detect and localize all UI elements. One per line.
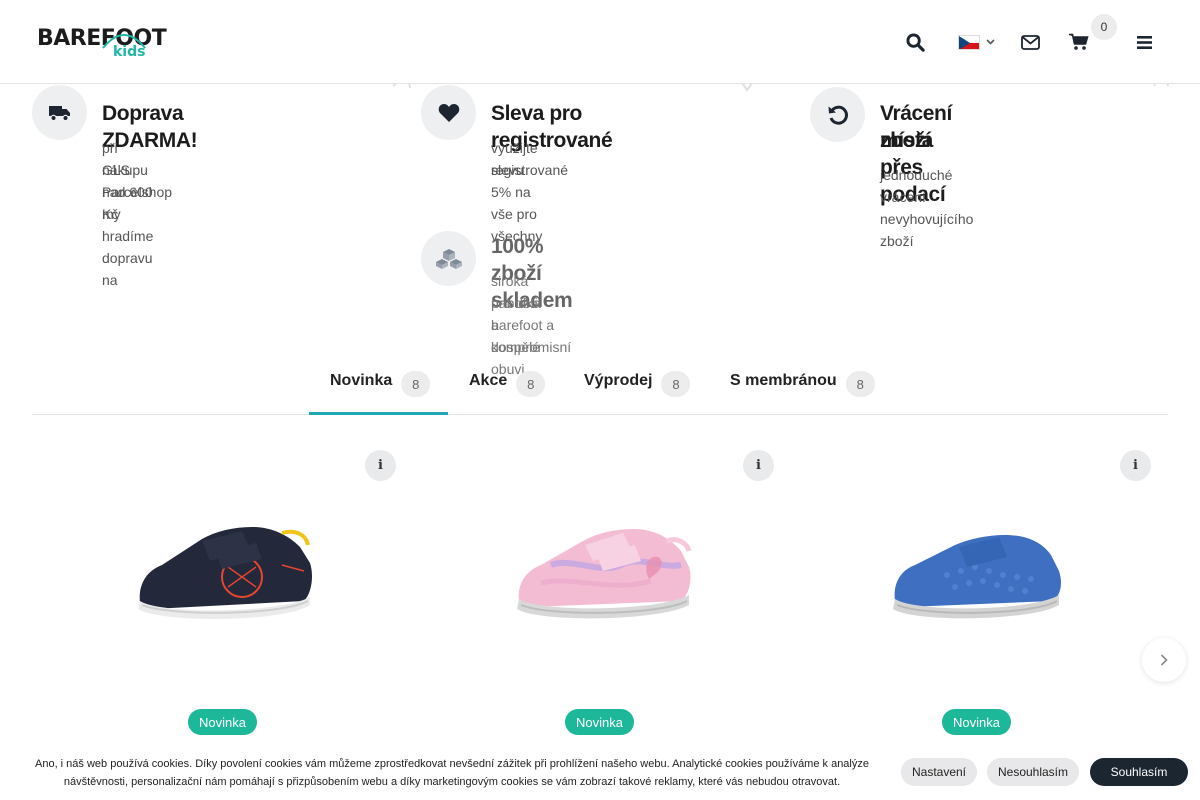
- logo-arc: [102, 34, 146, 49]
- cookie-accept-button[interactable]: Souhlasím: [1090, 758, 1188, 786]
- cart-icon[interactable]: [1067, 30, 1091, 54]
- truck-icon: [32, 85, 87, 140]
- tab-akce[interactable]: Akce 8: [469, 360, 546, 415]
- tab-label: Novinka: [330, 372, 393, 389]
- info-icon[interactable]: i: [743, 450, 774, 481]
- tab-novinka[interactable]: Novinka 8: [309, 360, 448, 415]
- shoe-image: [517, 529, 692, 619]
- product-card[interactable]: i Novinka: [789, 445, 1167, 745]
- benefit-desc-line: využijte slevu 5% na vše pro všechny: [491, 140, 543, 244]
- cookie-settings-button[interactable]: Nastavení: [901, 758, 977, 786]
- tab-count: 8: [845, 371, 875, 397]
- czech-flag-icon: [957, 34, 980, 50]
- tab-count: 8: [401, 371, 431, 397]
- tab-vyprodej[interactable]: Výprodej 8: [584, 360, 691, 415]
- hamburger-menu-icon[interactable]: [1135, 30, 1153, 54]
- search-icon[interactable]: [904, 30, 926, 54]
- language-select[interactable]: [955, 30, 997, 54]
- logo[interactable]: BAREFOOT kids: [37, 26, 167, 62]
- cookie-decline-button[interactable]: Nesouhlasím: [987, 758, 1079, 786]
- benefit-desc-line: GLS Parcelshop my: [102, 162, 173, 222]
- cart-count-badge: 0: [1091, 14, 1117, 40]
- info-icon[interactable]: i: [1120, 450, 1151, 481]
- cookie-text: Ano, i náš web používá cookies. Díky pov…: [12, 755, 892, 791]
- product-card[interactable]: i Novinka: [34, 445, 412, 745]
- site-header: BAREFOOT kids 0: [0, 0, 1200, 84]
- cookie-text-line: návštěvnosti, personalizační nám pomáhaj…: [63, 776, 841, 788]
- mail-icon[interactable]: [1019, 30, 1041, 54]
- cookie-bar: Ano, i náš web používá cookies. Díky pov…: [0, 748, 1200, 800]
- tab-count: 8: [516, 371, 546, 397]
- chevron-down-icon: [985, 39, 995, 45]
- tab-count: 8: [661, 371, 691, 397]
- heart-icon: [421, 85, 476, 140]
- carousel-next-button[interactable]: [1142, 638, 1186, 682]
- cookie-text-line: Ano, i náš web používá cookies. Díky pov…: [35, 758, 869, 770]
- benefit-title-line: místa: [880, 129, 933, 152]
- undo-icon: [810, 87, 865, 142]
- tab-s-membranou[interactable]: S membránou 8: [730, 360, 875, 415]
- badge-novinka: Novinka: [942, 709, 1011, 735]
- page: BAREFOOT kids 0 Doprava ZDARMA! při náku…: [0, 0, 1200, 800]
- badge-novinka: Novinka: [565, 709, 634, 735]
- benefit-desc-line: registrované: [491, 162, 569, 178]
- tab-label: Výprodej: [584, 372, 653, 389]
- product-tabs: Novinka 8 Akce 8 Výprodej 8 S membránou 8: [32, 360, 1168, 415]
- cubes-icon: [421, 231, 476, 286]
- benefit-desc-line: jednoduché vrácení nevyhovujícího zboží: [880, 167, 974, 249]
- tab-label: Akce: [469, 372, 508, 389]
- info-icon[interactable]: i: [365, 450, 396, 481]
- chevron-right-icon: [1160, 654, 1168, 666]
- shoe-image: [138, 527, 312, 620]
- product-card[interactable]: i Novinka: [411, 445, 789, 745]
- shoe-image: [893, 535, 1061, 619]
- tab-label: S membránou: [730, 372, 837, 389]
- badge-novinka: Novinka: [188, 709, 257, 735]
- benefit-desc-line: pro děti a dospělé: [491, 295, 541, 355]
